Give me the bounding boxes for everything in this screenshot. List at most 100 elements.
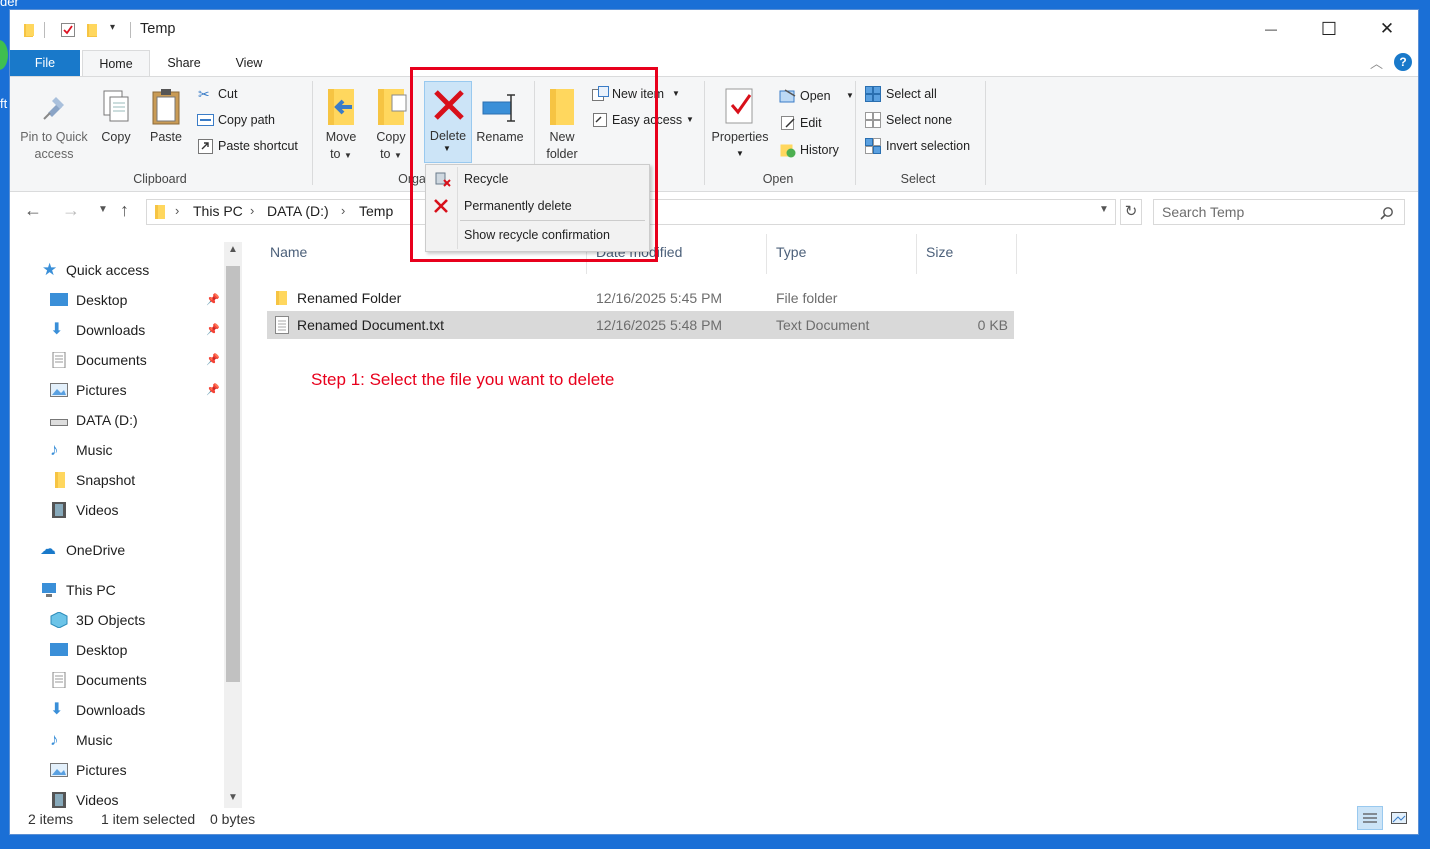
new-folder-quick-icon[interactable] [84, 22, 100, 38]
invert-selection-button[interactable]: Invert selection [864, 135, 984, 157]
tab-share[interactable]: Share [158, 50, 210, 76]
documents-icon [52, 672, 66, 688]
move-to-icon [328, 89, 354, 125]
cut-button[interactable]: ✂ Cut [196, 83, 296, 105]
breadcrumb-separator-icon: › [341, 203, 346, 218]
refresh-icon[interactable]: ↻ [1120, 199, 1142, 225]
minimize-button[interactable]: — [1242, 10, 1300, 48]
large-icons-view-icon[interactable] [1388, 808, 1410, 828]
file-type: Text Document [776, 317, 870, 333]
file-row[interactable]: Renamed Folder 12/16/2025 5:45 PM File f… [267, 284, 1014, 312]
nav-quick-downloads[interactable]: ⬇ Downloads 📌 [50, 316, 222, 344]
folder-icon [155, 205, 165, 219]
file-row-selected[interactable]: Renamed Document.txt 12/16/2025 5:48 PM … [267, 311, 1014, 339]
file-date: 12/16/2025 5:48 PM [596, 317, 723, 333]
nav-quick-desktop[interactable]: Desktop 📌 [50, 286, 222, 314]
nav-quick-pictures[interactable]: Pictures 📌 [50, 376, 222, 404]
scroll-up-icon[interactable]: ▲ [228, 244, 238, 255]
edit-label: Edit [800, 116, 822, 130]
breadcrumb-data-d[interactable]: DATA (D:) [267, 203, 329, 219]
nav-quick-access-label: Quick access [66, 262, 150, 278]
desktop-icon-label: der [0, 0, 19, 9]
breadcrumb-this-pc[interactable]: This PC [193, 203, 243, 219]
search-box[interactable]: Search Temp [1153, 199, 1405, 225]
breadcrumb-temp[interactable]: Temp [359, 203, 393, 219]
tutorial-annotation: Step 1: Select the file you want to dele… [311, 370, 615, 389]
ribbon: Pin to Quick access Copy Paste ✂ Cut Cop… [10, 76, 1418, 192]
folder-icon [55, 472, 65, 488]
up-arrow-icon[interactable]: ↑ [120, 200, 129, 221]
recent-locations-icon[interactable]: ▼ [98, 204, 108, 215]
copy-button[interactable]: Copy [94, 83, 138, 169]
history-label: History [800, 143, 839, 157]
music-note-icon: ♪ [50, 730, 59, 749]
nav-quick-documents[interactable]: Documents 📌 [50, 346, 222, 374]
address-dropdown-icon[interactable]: ▼ [1099, 204, 1109, 215]
file-date: 12/16/2025 5:45 PM [596, 290, 723, 306]
column-header-size[interactable]: Size [926, 244, 953, 260]
breadcrumb-separator-icon: › [250, 203, 255, 218]
open-icon [779, 89, 796, 103]
file-name: Renamed Document.txt [297, 317, 445, 333]
tab-home[interactable]: Home [82, 50, 150, 77]
pin-label-2: access [34, 147, 74, 161]
history-button[interactable]: History [778, 139, 858, 161]
select-none-button[interactable]: Select none [864, 109, 974, 131]
move-to-label-2-text: to [330, 147, 341, 161]
nav-scrollbar-thumb[interactable] [226, 266, 240, 682]
open-button[interactable]: Open ▼ [778, 85, 858, 107]
select-all-button[interactable]: Select all [864, 83, 974, 105]
invert-selection-icon [865, 138, 881, 154]
nav-label: Desktop [76, 292, 128, 308]
nav-onedrive-label: OneDrive [66, 542, 126, 558]
folder-icon [276, 291, 287, 305]
forward-arrow-icon[interactable]: → [62, 200, 80, 221]
paste-button[interactable]: Paste [144, 83, 188, 169]
move-to-button[interactable]: Move to ▼ [320, 83, 362, 169]
window-title: Temp [140, 21, 176, 37]
column-header-type[interactable]: Type [776, 244, 806, 260]
move-to-label-1: Move [325, 130, 357, 144]
nav-this-pc-label: This PC [66, 582, 116, 598]
folder-icon [24, 24, 34, 37]
help-icon[interactable]: ? [1394, 53, 1412, 71]
address-bar-row: ← → ▼ ↑ › This PC › DATA (D:) › Temp ▼ ↻… [10, 192, 1418, 232]
properties-button[interactable]: Properties ▼ [708, 83, 772, 169]
open-label: Open [800, 89, 831, 103]
details-view-icon[interactable] [1357, 806, 1383, 830]
back-arrow-icon[interactable]: ← [24, 200, 42, 221]
copy-to-button[interactable]: Copy to ▼ [370, 83, 412, 169]
desktop-icon [50, 293, 68, 306]
copy-path-button[interactable]: Copy path [196, 109, 306, 131]
close-button[interactable]: ✕ [1358, 10, 1416, 48]
nav-scrollbar[interactable]: ▲ ▼ [224, 242, 242, 808]
pin-to-quick-access-button[interactable]: Pin to Quick access [16, 83, 92, 169]
tab-view[interactable]: View [224, 50, 274, 76]
text-file-icon [275, 316, 289, 334]
minimize-ribbon-icon[interactable]: ︿ [1370, 53, 1383, 72]
copy-path-label: Copy path [218, 113, 275, 127]
move-to-label-2: to ▼ [320, 146, 362, 164]
navigation-pane: ★ Quick access Desktop 📌 ⬇ Downloads 📌 D… [10, 232, 245, 810]
scroll-down-icon[interactable]: ▼ [228, 792, 238, 803]
nav-label: Pictures [76, 762, 127, 778]
tab-file[interactable]: File [10, 50, 80, 76]
drive-icon [50, 419, 68, 426]
maximize-button[interactable]: ☐ [1300, 10, 1358, 48]
column-divider [1016, 234, 1017, 274]
paste-shortcut-button[interactable]: Paste shortcut [196, 135, 314, 157]
nav-label: Music [76, 732, 113, 748]
pin-icon [43, 97, 64, 120]
customize-quick-access-icon[interactable]: ▾ [110, 22, 115, 33]
edit-button[interactable]: Edit [778, 112, 858, 134]
breadcrumb-separator-icon: › [175, 203, 180, 218]
nav-label: Snapshot [76, 472, 136, 488]
group-divider [985, 81, 986, 185]
group-divider [312, 81, 313, 185]
maximize-icon: ☐ [1320, 18, 1338, 39]
column-header-name[interactable]: Name [270, 244, 307, 260]
nav-label: Music [76, 442, 113, 458]
copy-icon [103, 90, 129, 122]
properties-quick-icon[interactable] [60, 22, 76, 38]
copy-to-label-2: to ▼ [370, 146, 412, 164]
